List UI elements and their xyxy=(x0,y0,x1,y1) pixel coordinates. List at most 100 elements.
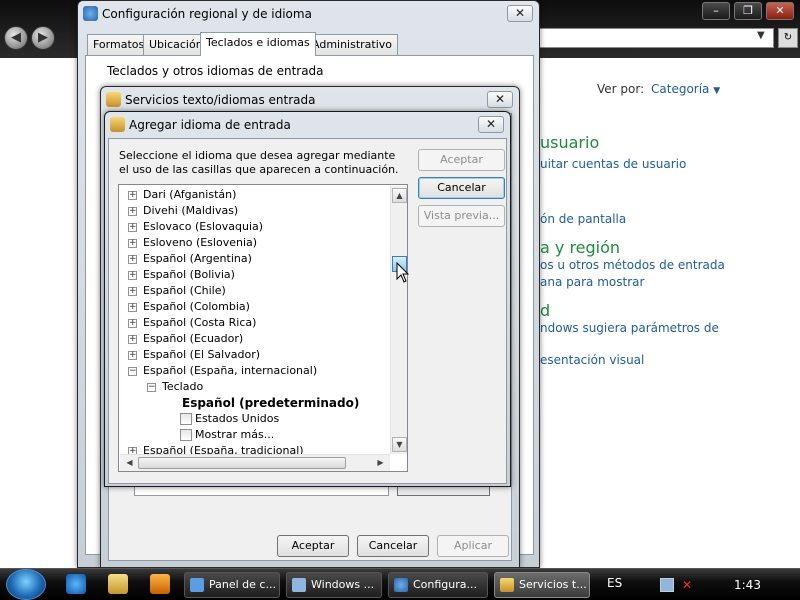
close-window-button[interactable]: ✕ xyxy=(766,2,794,20)
category-heading-ease[interactable]: d xyxy=(540,301,550,320)
link-windows-suggest[interactable]: ndows sugiera parámetros de xyxy=(540,321,719,335)
collapse-icon[interactable]: − xyxy=(147,383,156,392)
view-by-label: Ver por: xyxy=(597,82,645,96)
address-bar[interactable] xyxy=(538,28,774,48)
taskbar-item-configuracion[interactable]: Configura... xyxy=(388,572,488,598)
forward-icon[interactable]: ▶ xyxy=(31,26,55,50)
checkbox[interactable] xyxy=(180,429,192,441)
category-heading-user[interactable]: usuario xyxy=(540,133,599,152)
back-icon[interactable]: ◀ xyxy=(4,26,28,50)
collapse-icon[interactable]: − xyxy=(128,367,137,376)
keyboard-icon xyxy=(110,117,125,132)
checkbox[interactable] xyxy=(180,413,192,425)
regional-dialog-titlebar: Configuración regional y de idioma ✕ xyxy=(78,1,539,27)
taskbar-item-panel[interactable]: Panel de c... xyxy=(184,572,280,598)
expand-icon[interactable]: + xyxy=(128,191,137,200)
control-panel-icon xyxy=(190,578,204,592)
tree-item-label: Esloveno (Eslovenia) xyxy=(143,236,258,249)
accept-button[interactable]: Aceptar xyxy=(418,149,505,171)
language-tree[interactable]: + Dari (Afganistán) + Divehi (Maldivas) + Esl… xyxy=(118,184,408,472)
tree-item-label: Español (Bolivia) xyxy=(143,268,235,281)
maximize-button[interactable]: ❐ xyxy=(734,2,762,20)
view-by-dropdown[interactable]: Categoría ▼ xyxy=(651,82,720,96)
expand-icon[interactable]: + xyxy=(128,303,137,312)
media-player-icon[interactable] xyxy=(150,574,170,594)
folder-icon[interactable] xyxy=(108,574,128,594)
cancel-button[interactable]: Cancelar xyxy=(418,177,505,199)
close-icon[interactable]: ✕ xyxy=(487,91,513,108)
link-visual-display[interactable]: esentación visual xyxy=(540,353,644,367)
expand-icon[interactable]: + xyxy=(128,223,137,232)
start-button[interactable] xyxy=(6,569,46,600)
tree-item-label: Español (España, internacional) xyxy=(143,364,318,377)
close-icon[interactable]: ✕ xyxy=(478,116,504,133)
expand-icon[interactable]: + xyxy=(128,239,137,248)
services-dialog-title: Servicios texto/idiomas entrada xyxy=(125,93,316,107)
close-icon[interactable]: ✕ xyxy=(507,5,533,22)
ie-icon[interactable] xyxy=(66,574,86,594)
taskbar-item-servicios[interactable]: Servicios t... xyxy=(494,572,590,598)
cancel-button[interactable]: Cancelar xyxy=(357,535,429,557)
keyboard-icon xyxy=(106,92,121,107)
tree-item-label: Español (Costa Rica) xyxy=(143,316,257,329)
clock[interactable]: 1:43 xyxy=(734,578,761,592)
chevron-down-icon[interactable]: ▼ xyxy=(757,30,765,41)
expand-icon[interactable]: + xyxy=(128,207,137,216)
tree-item-label: Español (Colombia) xyxy=(143,300,250,313)
chevron-down-icon: ▼ xyxy=(713,86,721,96)
link-input-methods[interactable]: os u otros métodos de entrada xyxy=(540,258,725,272)
services-dialog-titlebar: Servicios texto/idiomas entrada ✕ xyxy=(101,87,519,113)
apply-button[interactable]: Aplicar xyxy=(437,535,509,557)
tree-item-label: Eslovaco (Eslovaquia) xyxy=(143,220,264,233)
scroll-up-icon[interactable]: ▲ xyxy=(392,188,407,203)
regional-dialog-title: Configuración regional y de idioma xyxy=(102,7,312,21)
tab-location[interactable]: Ubicación xyxy=(143,34,209,55)
add-dialog-titlebar: Agregar idioma de entrada ✕ xyxy=(105,112,510,138)
refresh-icon[interactable]: ↻ xyxy=(778,28,798,48)
add-dialog-title: Agregar idioma de entrada xyxy=(129,118,291,132)
expand-icon[interactable]: + xyxy=(128,271,137,280)
tree-item-label: Estados Unidos xyxy=(195,412,280,425)
taskbar-item-label: Configura... xyxy=(413,578,478,591)
expand-icon[interactable]: + xyxy=(128,287,137,296)
horizontal-scrollbar[interactable]: ◀ ▶ xyxy=(120,454,390,471)
preview-button[interactable]: Vista previa... xyxy=(418,205,505,227)
ok-button[interactable]: Aceptar xyxy=(277,535,349,557)
language-indicator[interactable]: ES xyxy=(607,576,622,590)
expand-icon[interactable]: + xyxy=(128,351,137,360)
minimize-button[interactable]: – xyxy=(702,2,730,20)
link-show-window[interactable]: ana para mostrar xyxy=(540,275,644,289)
category-heading-region[interactable]: a y región xyxy=(540,238,620,257)
tree-item-label: Español (Argentina) xyxy=(143,252,252,265)
volume-muted-icon[interactable]: ✕ xyxy=(682,578,696,592)
tree-item-label: Español (El Salvador) xyxy=(143,348,261,361)
scroll-down-icon[interactable]: ▼ xyxy=(392,437,407,452)
taskbar-item-label: Panel de c... xyxy=(209,578,276,591)
vertical-scrollbar[interactable]: ▲ ▼ xyxy=(390,186,407,454)
expand-icon[interactable]: + xyxy=(128,255,137,264)
expand-icon[interactable]: + xyxy=(128,335,137,344)
globe-icon xyxy=(83,6,98,21)
tree-item-label: Teclado xyxy=(162,380,204,393)
tab-administrative[interactable]: Administrativo xyxy=(306,34,399,55)
tab-formats[interactable]: Formatos xyxy=(87,34,151,55)
scroll-right-icon[interactable]: ▶ xyxy=(373,456,388,471)
network-icon[interactable] xyxy=(660,578,674,592)
tree-item-label: Mostrar más... xyxy=(195,428,275,441)
instructions-text: Seleccione el idioma que desea agregar m… xyxy=(119,149,399,176)
group-label: Teclados y otros idiomas de entrada xyxy=(107,64,324,78)
scroll-left-icon[interactable]: ◀ xyxy=(122,456,137,471)
expand-icon[interactable]: + xyxy=(128,319,137,328)
link-user-accounts[interactable]: uitar cuentas de usuario xyxy=(540,157,686,171)
link-screen-resolution[interactable]: ón de pantalla xyxy=(540,212,626,226)
globe-icon xyxy=(394,578,408,592)
tab-keyboards-languages[interactable]: Teclados e idiomas xyxy=(200,32,316,56)
tree-item-label: Español (Ecuador) xyxy=(143,332,244,345)
keyboard-icon xyxy=(500,578,514,592)
view-by-value: Categoría xyxy=(651,82,710,96)
tree-item-label: Divehi (Maldivas) xyxy=(143,204,239,217)
taskbar-item-windows[interactable]: Windows ... xyxy=(286,572,382,598)
mouse-cursor-icon xyxy=(396,262,410,283)
horizontal-scroll-thumb[interactable] xyxy=(138,457,346,469)
tree-item-label: Español (Chile) xyxy=(143,284,226,297)
